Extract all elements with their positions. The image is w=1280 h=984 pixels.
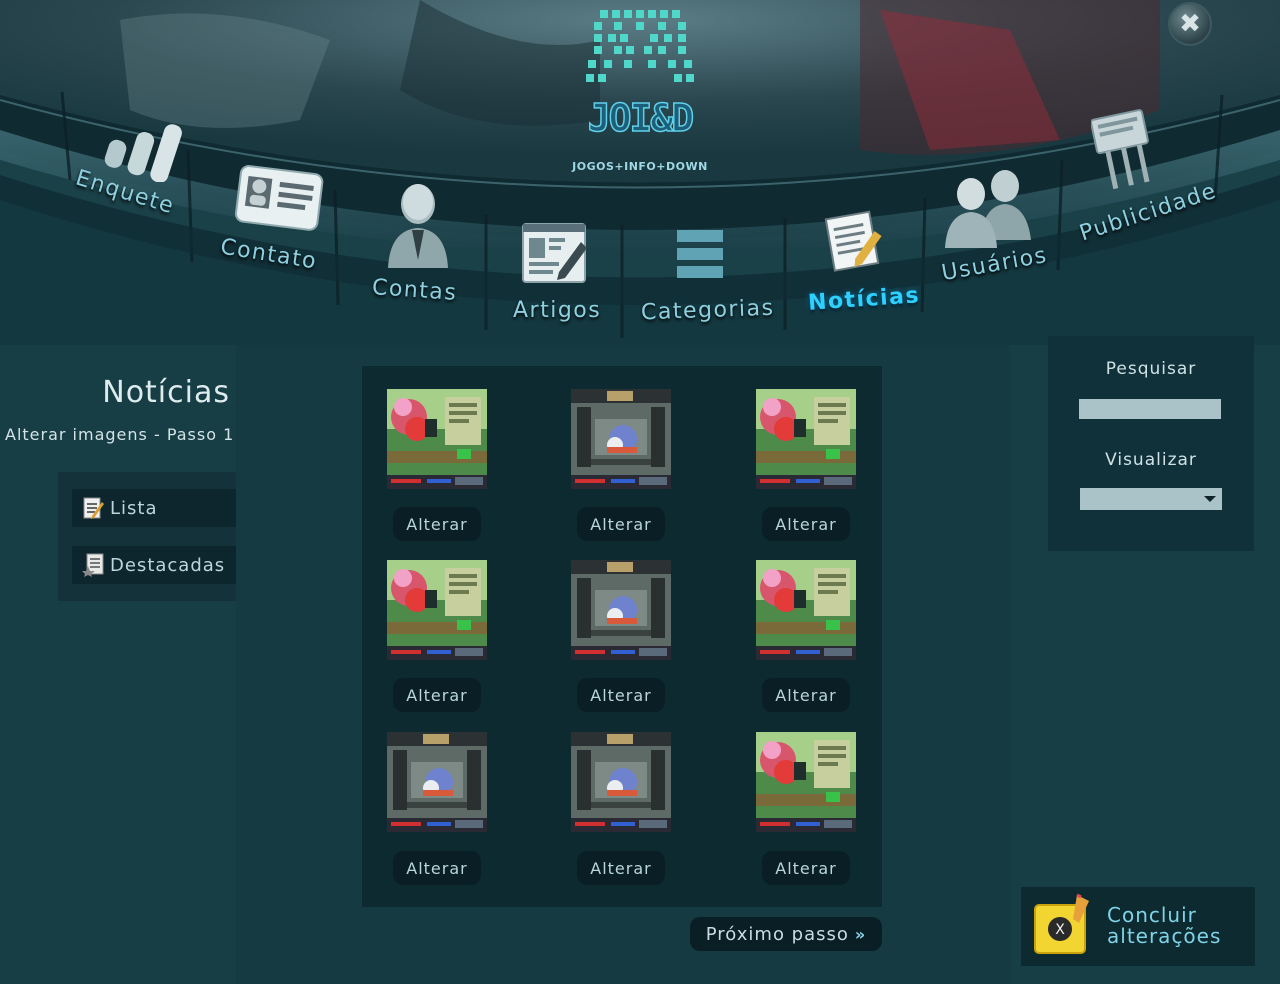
logo-subtitle: JOGOS+INFO+DOWN [572,160,708,173]
close-icon: ✖ [1179,9,1201,39]
alter-button-2[interactable]: Alterar [577,507,665,541]
gallery-image-7[interactable] [387,732,487,832]
view-select[interactable] [1080,488,1222,510]
gallery-image-5[interactable] [571,560,671,660]
user-icon [388,184,448,268]
side-menu: Lista Destacadas [58,472,236,601]
page-title: Notícias [102,375,230,410]
alter-button-4[interactable]: Alterar [393,678,481,712]
bar-chart-icon [104,124,182,182]
gallery-image-4[interactable] [387,560,487,660]
gallery-image-8[interactable] [571,732,671,832]
finish-changes-label: Concluir alterações [1107,905,1221,947]
nav-item-enquete[interactable]: Enquete [70,108,190,233]
sidebar-item-destacadas[interactable]: Destacadas [72,546,236,584]
nav-label-artigos: Artigos [513,298,602,323]
logo-text: JOI&D [587,95,695,141]
gallery-image-2[interactable] [571,389,671,489]
finish-changes-button[interactable]: X Concluir alterações [1021,887,1255,966]
page-subtitle: Alterar imagens - Passo 1 [5,425,235,444]
svg-text:X: X [1055,922,1065,938]
chevron-down-icon [1204,496,1216,502]
alter-button-9[interactable]: Alterar [762,851,850,885]
search-input[interactable] [1079,399,1221,419]
next-step-label: Próximo passo [705,923,849,945]
edit-document-icon [522,223,587,283]
nav-label-noticias: Notícias [807,283,921,316]
gallery-image-1[interactable] [387,389,487,489]
nav-item-usuarios[interactable]: Usuários [935,168,1055,293]
gallery-image-6[interactable] [756,560,856,660]
sidebar-item-label: Lista [110,497,158,519]
alter-button-5[interactable]: Alterar [577,678,665,712]
sidebar-item-lista[interactable]: Lista [72,489,236,527]
users-icon [945,170,1031,248]
nav-item-noticias[interactable]: Notícias [800,205,921,320]
alter-button-7[interactable]: Alterar [393,851,481,885]
notepad-pencil-icon [824,210,882,272]
menu-bars-icon [677,230,723,278]
gallery-image-3[interactable] [756,389,856,489]
finish-x-icon: X [1034,893,1089,954]
double-chevron-right-icon: » [854,924,867,944]
nav-label-categorias: Categorias [640,295,775,326]
nav-label-contato: Contato [218,234,319,275]
gallery-image-9[interactable] [756,732,856,832]
nav-item-contas[interactable]: Contas [360,180,470,310]
finish-line-2: alterações [1107,924,1222,948]
star-document-icon [82,553,104,577]
alter-button-6[interactable]: Alterar [762,678,850,712]
id-card-icon [234,165,324,231]
nav-label-contas: Contas [371,275,459,306]
sidebar-item-label: Destacadas [110,554,226,576]
search-panel: Pesquisar Visualizar [1048,336,1254,551]
alter-button-1[interactable]: Alterar [393,507,481,541]
nav-item-artigos[interactable]: Artigos [505,218,605,328]
top-banner: ✖ JOI&D JOGOS+INFO+DOWN Enquete Contato … [0,0,1280,345]
next-step-button[interactable]: Próximo passo » [690,917,882,951]
close-button[interactable]: ✖ [1168,2,1212,46]
billboard-icon [1091,109,1150,190]
alter-button-3[interactable]: Alterar [762,507,850,541]
view-label: Visualizar [1105,450,1197,470]
alter-button-8[interactable]: Alterar [577,851,665,885]
nav-item-publicidade[interactable]: Publicidade [1075,108,1225,253]
nav-item-categorias[interactable]: Categorias [635,222,775,332]
search-label: Pesquisar [1105,359,1197,379]
notepad-icon [82,496,104,520]
nav-item-contato[interactable]: Contato [212,160,332,280]
logo-icon [586,10,694,82]
finish-line-1: Concluir [1107,903,1197,927]
